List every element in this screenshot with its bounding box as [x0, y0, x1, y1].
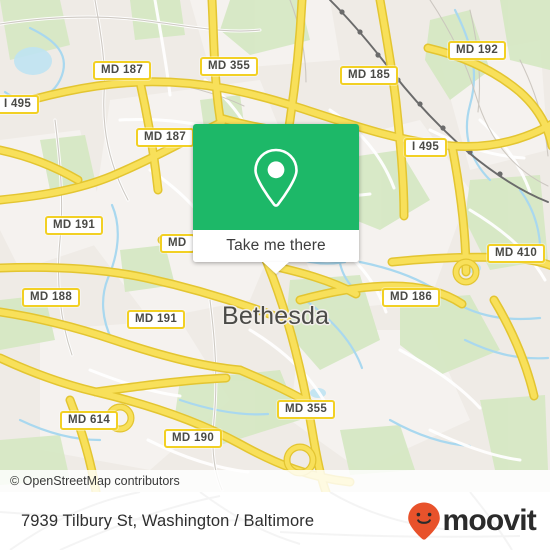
road-shield: MD 190 [164, 429, 223, 448]
footer-address-text: 7939 Tilbury St, Washington / Baltimore [21, 511, 315, 530]
road-shield: I 495 [0, 95, 40, 114]
take-me-there-label: Take me there [226, 237, 326, 254]
road-shield: MD 187 [136, 128, 195, 147]
moovit-logo[interactable]: moovit [407, 501, 550, 541]
road-shield: MD 185 [340, 66, 399, 85]
road-shield: MD 614 [60, 411, 119, 430]
road-shield: MD 355 [200, 57, 259, 76]
road-shield: MD 192 [448, 41, 507, 60]
popup-header [193, 124, 359, 230]
city-label-bethesda: Bethesda [222, 302, 330, 330]
map-pin-icon [254, 148, 298, 207]
popup-action-bar[interactable]: Take me there [193, 230, 359, 274]
map-attribution-bar: © OpenStreetMap contributors [0, 470, 550, 492]
road-shield: MD 188 [22, 288, 81, 307]
road-shield: MD 187 [93, 61, 152, 80]
location-popup-card[interactable]: Take me there [193, 124, 359, 274]
road-shield: MD 410 [487, 244, 546, 263]
road-shield: MD 355 [277, 400, 336, 419]
map-canvas[interactable]: MD 187 MD 355 MD 185 MD 192 I 495 MD 187… [0, 0, 550, 492]
popup-pointer-tail [263, 262, 289, 274]
moovit-wordmark: moovit [442, 504, 536, 537]
road-shield: MD 186 [382, 288, 441, 307]
moovit-map-screenshot: MD 187 MD 355 MD 185 MD 192 I 495 MD 187… [0, 0, 550, 550]
road-shield: MD 191 [127, 310, 186, 329]
footer-bar: 7939 Tilbury St, Washington / Baltimore … [0, 492, 550, 550]
moovit-pin-smiley-icon [408, 502, 441, 540]
road-shield: MD [160, 234, 195, 253]
osm-attribution-text: © OpenStreetMap contributors [10, 474, 180, 488]
road-shield: MD 191 [45, 216, 104, 235]
road-shield: I 495 [404, 138, 448, 157]
